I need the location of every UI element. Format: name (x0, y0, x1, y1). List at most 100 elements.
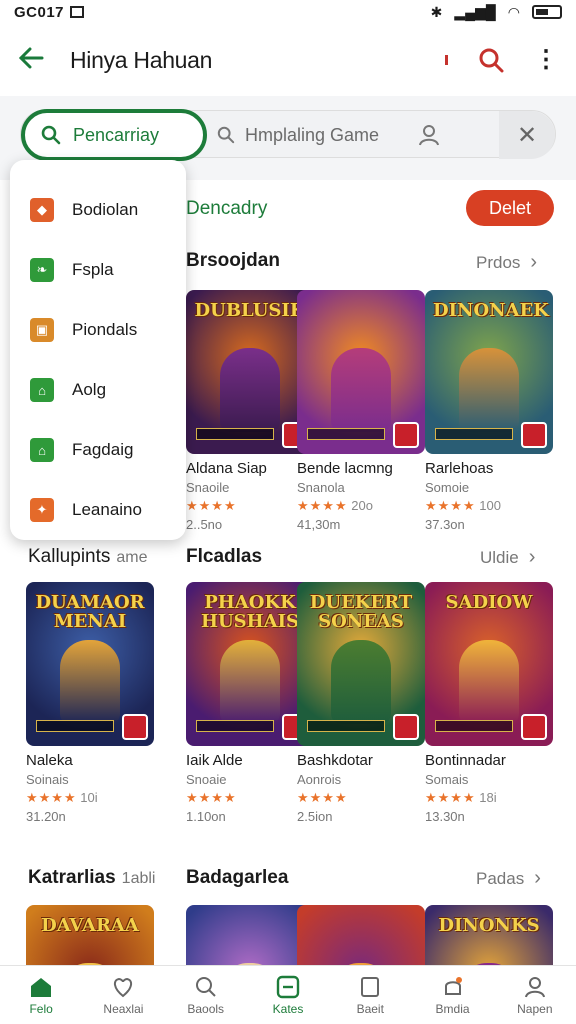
game-card[interactable]: DUBLUSIK Aldana Siap Snaoile ★★★★ 2..5no (186, 290, 314, 532)
game-name: Aldana Siap (186, 460, 267, 477)
thumbnail-title: SADIOW (445, 592, 533, 613)
search-bar: Pencarriay Hmplaling Game ✕ (20, 109, 556, 161)
game-card[interactable]: DUAMAOR MENAI Naleka Soinais ★★★★ 10i 31… (26, 582, 154, 824)
search-icon[interactable] (478, 47, 504, 73)
menu-item-label: Aolg (72, 380, 107, 399)
thumbnail-title: DUBLUSIK (194, 300, 306, 321)
game-developer: Snoaie (186, 772, 227, 787)
nav-label: Felo (29, 1001, 53, 1016)
game-thumbnail[interactable]: DINONAEK (425, 290, 553, 454)
search-icon (217, 126, 235, 144)
category-heading: Dencadry (186, 198, 268, 219)
screen-record-icon (70, 6, 85, 18)
nav-label: Baools (187, 1001, 225, 1016)
chevron-right-icon: › (530, 251, 538, 273)
section-more-link[interactable]: Prdos › (476, 251, 537, 274)
game-developer: Snaoile (186, 480, 230, 495)
menu-item-label: Fspla (72, 260, 114, 279)
character-art (220, 640, 280, 724)
nav-item-profile[interactable]: Napen (494, 966, 576, 1024)
menu-item[interactable]: ✦ Leanaino (30, 498, 142, 522)
rating-count: 10i (80, 790, 98, 805)
game-rating: ★★★★ (186, 498, 314, 514)
section-subtitle: 1abli (121, 870, 156, 887)
wifi-icon: ◠ (507, 3, 520, 20)
nav-item-book[interactable]: Baeit (329, 966, 411, 1024)
notification-icon (440, 975, 466, 999)
game-card[interactable]: DUEKERT SONEAS Bashkdotar Aonrois ★★★★ 2… (297, 582, 425, 824)
search-pill-label: Pencarriay (73, 124, 160, 145)
delete-button[interactable]: Delet (466, 190, 554, 226)
menu-item[interactable]: ❧ Fspla (30, 258, 114, 282)
nav-label: Kates (272, 1001, 304, 1016)
game-thumbnail[interactable] (297, 290, 425, 454)
section-title-left: Kallupints ame (28, 546, 148, 568)
character-art (331, 640, 391, 724)
game-thumbnail[interactable]: DUBLUSIK (186, 290, 314, 454)
game-thumbnail[interactable]: SADIOW (425, 582, 553, 746)
nav-item-heart[interactable]: Neaxlai (82, 966, 164, 1024)
menu-item[interactable]: ◆ Bodiolan (30, 198, 138, 222)
menu-item[interactable]: ⌂ Fagdaig (30, 438, 133, 462)
home-icon (28, 975, 54, 999)
search-input[interactable]: Hmplaling Game (217, 111, 379, 159)
game-card[interactable]: DINONAEK Rarlehoas Somoie ★★★★ 100 37.3o… (425, 290, 553, 532)
game-rating: ★★★★ (297, 790, 425, 806)
game-thumbnail[interactable]: DUEKERT SONEAS (297, 582, 425, 746)
rating-count: 18i (479, 790, 497, 805)
more-options-icon[interactable]: ⋮ (534, 48, 558, 72)
character-art (331, 348, 391, 432)
nav-item-notification[interactable]: Bmdia (411, 966, 493, 1024)
thumbnail-title: DUAMAOR MENAI (35, 592, 145, 632)
game-card[interactable]: PHAOKK HUSHAIS Iaik Alde Snoaie ★★★★ 1.1… (186, 582, 314, 824)
page-title: Hinya Hahuan (70, 46, 213, 73)
nav-item-home[interactable]: Felo (0, 966, 82, 1024)
section-title-left: Katrarlias 1abli (28, 867, 155, 889)
section-more-link[interactable]: Uldie › (480, 546, 535, 569)
game-name: Bende lacmng (297, 460, 393, 477)
game-thumbnail[interactable]: PHAOKK HUSHAIS (186, 582, 314, 746)
bank-icon: ⌂ (30, 438, 54, 462)
nav-item-games[interactable]: Kates (247, 966, 329, 1024)
nav-item-search[interactable]: Baools (165, 966, 247, 1024)
section-more-link[interactable]: Padas › (476, 867, 541, 890)
section-more-label: Uldie (480, 547, 519, 567)
controller-icon: ✦ (30, 498, 54, 522)
game-card[interactable]: Bende lacmng Snanola ★★★★ 20o 41,30m (297, 290, 425, 532)
puzzle-icon: ▣ (30, 318, 54, 342)
character-art (459, 640, 519, 724)
rating-stars-icon: ★★★★ (425, 498, 476, 513)
game-rating: ★★★★ 100 (425, 498, 553, 514)
game-thumbnail[interactable]: DUAMAOR MENAI (26, 582, 154, 746)
tag-icon: ◆ (30, 198, 54, 222)
status-icons: ✱ ▂▄▆█ ◠ (431, 4, 562, 21)
game-rating: ★★★★ 10i (26, 790, 154, 806)
game-name: Bashkdotar (297, 752, 373, 769)
age-rating-badge (393, 422, 419, 448)
game-developer: Somais (425, 772, 469, 787)
profile-icon (522, 975, 548, 999)
bluetooth-icon: ✱ (430, 3, 443, 20)
leaf-icon: ❧ (30, 258, 54, 282)
rating-stars-icon: ★★★★ (26, 790, 77, 805)
menu-item-label: Piondals (72, 320, 138, 339)
age-rating-badge (521, 422, 547, 448)
user-icon[interactable] (417, 123, 441, 152)
back-arrow-icon[interactable] (18, 43, 58, 77)
menu-item[interactable]: ▣ Piondals (30, 318, 137, 342)
clear-search-button[interactable]: ✕ (499, 111, 555, 159)
thumbnail-banner (196, 720, 274, 732)
search-category-pill[interactable]: Pencarriay (21, 109, 207, 161)
heart-icon (110, 975, 136, 999)
section-title: Badagarlea (186, 867, 289, 888)
character-art (60, 640, 120, 724)
age-rating-badge (521, 714, 547, 740)
search-icon (193, 975, 219, 999)
category-dropdown-menu: ◆ Bodiolan ❧ Fspla ▣ Piondals ⌂ Aolg ⌂ F… (10, 160, 186, 540)
menu-item[interactable]: ⌂ Aolg (30, 378, 106, 402)
section-more-label: Padas (476, 868, 525, 888)
section-title: Flcadlas (186, 546, 263, 567)
thumbnail-title: DUEKERT SONEAS (309, 592, 413, 632)
game-card[interactable]: SADIOW Bontinnadar Somais ★★★★ 18i 13.30… (425, 582, 553, 824)
thumbnail-banner (196, 428, 274, 440)
